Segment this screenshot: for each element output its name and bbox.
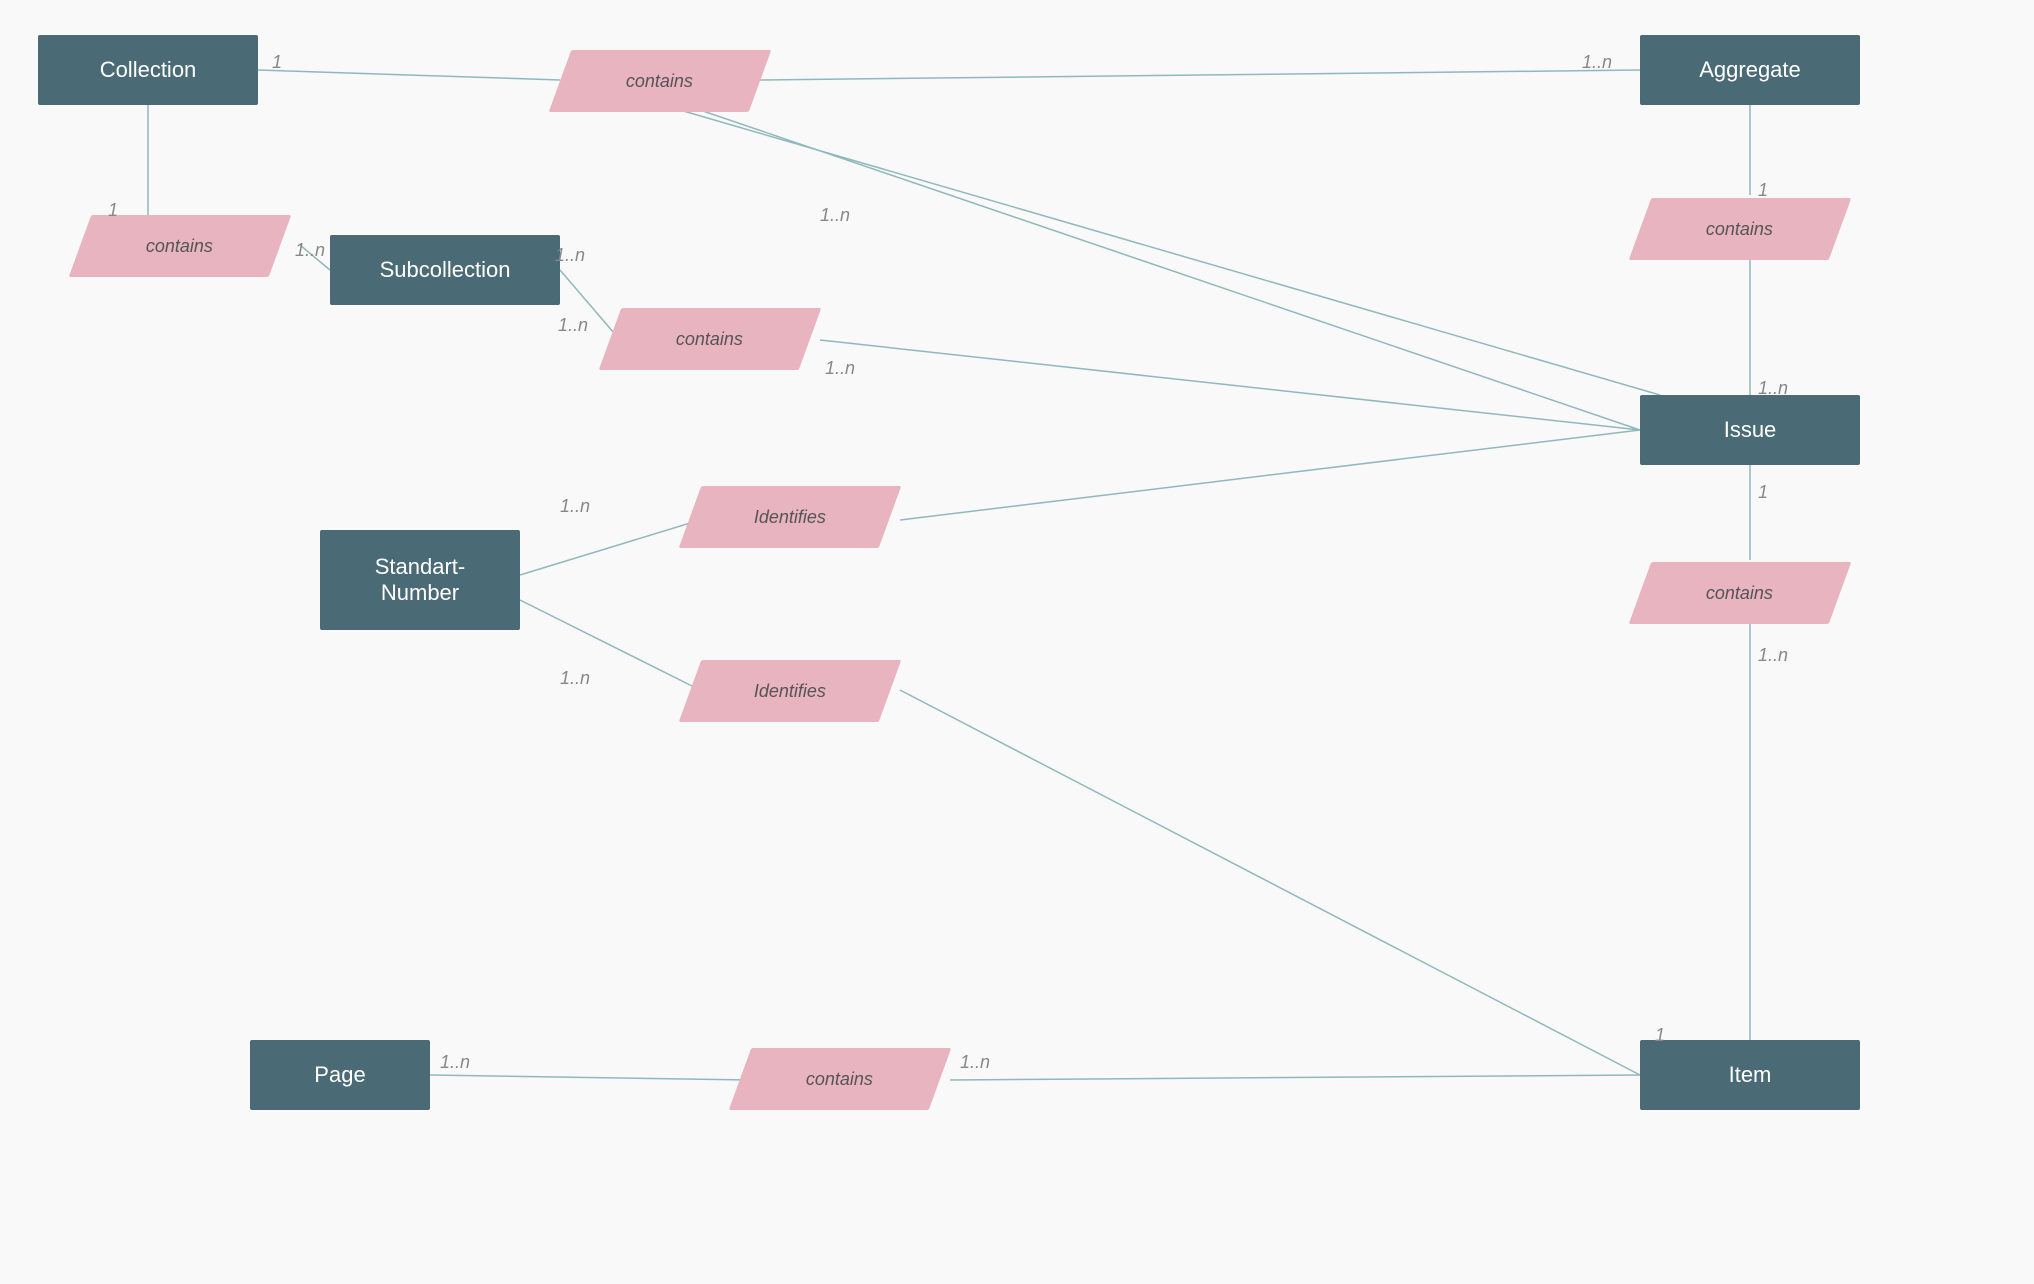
card-5: 1..n bbox=[555, 245, 585, 266]
diamond-identifies-top: Identifies bbox=[679, 486, 902, 548]
diamond-contains-mid: contains bbox=[599, 308, 822, 370]
diamond-contains-top: contains bbox=[549, 50, 772, 112]
card-6: 1..n bbox=[820, 205, 850, 226]
card-9: 1 bbox=[1758, 180, 1768, 201]
diamond-contains-left: contains bbox=[69, 215, 292, 277]
card-11: 1 bbox=[1758, 482, 1768, 503]
card-13: 1..n bbox=[560, 496, 590, 517]
diamond-contains-issue: contains bbox=[1629, 562, 1852, 624]
card-15: 1 bbox=[1655, 1025, 1665, 1046]
diamond-identifies-bot: Identifies bbox=[679, 660, 902, 722]
entity-subcollection: Subcollection bbox=[330, 235, 560, 305]
card-1: 1 bbox=[272, 52, 282, 73]
entity-standart-number: Standart- Number bbox=[320, 530, 520, 630]
entity-aggregate: Aggregate bbox=[1640, 35, 1860, 105]
card-10: 1..n bbox=[1758, 378, 1788, 399]
entity-collection: Collection bbox=[38, 35, 258, 105]
card-8: 1..n bbox=[825, 358, 855, 379]
card-2: 1..n bbox=[1582, 52, 1612, 73]
card-14: 1..n bbox=[560, 668, 590, 689]
diamond-contains-bottom: contains bbox=[729, 1048, 952, 1110]
card-4: 1..n bbox=[295, 240, 325, 261]
diamond-contains-right: contains bbox=[1629, 198, 1852, 260]
card-7: 1..n bbox=[558, 315, 588, 336]
card-17: 1..n bbox=[960, 1052, 990, 1073]
entity-page: Page bbox=[250, 1040, 430, 1110]
er-diagram: Collection Aggregate Subcollection Issue… bbox=[0, 0, 2034, 1284]
card-12: 1..n bbox=[1758, 645, 1788, 666]
card-3: 1 bbox=[108, 200, 118, 221]
card-16: 1..n bbox=[440, 1052, 470, 1073]
entity-issue: Issue bbox=[1640, 395, 1860, 465]
entity-item: Item bbox=[1640, 1040, 1860, 1110]
